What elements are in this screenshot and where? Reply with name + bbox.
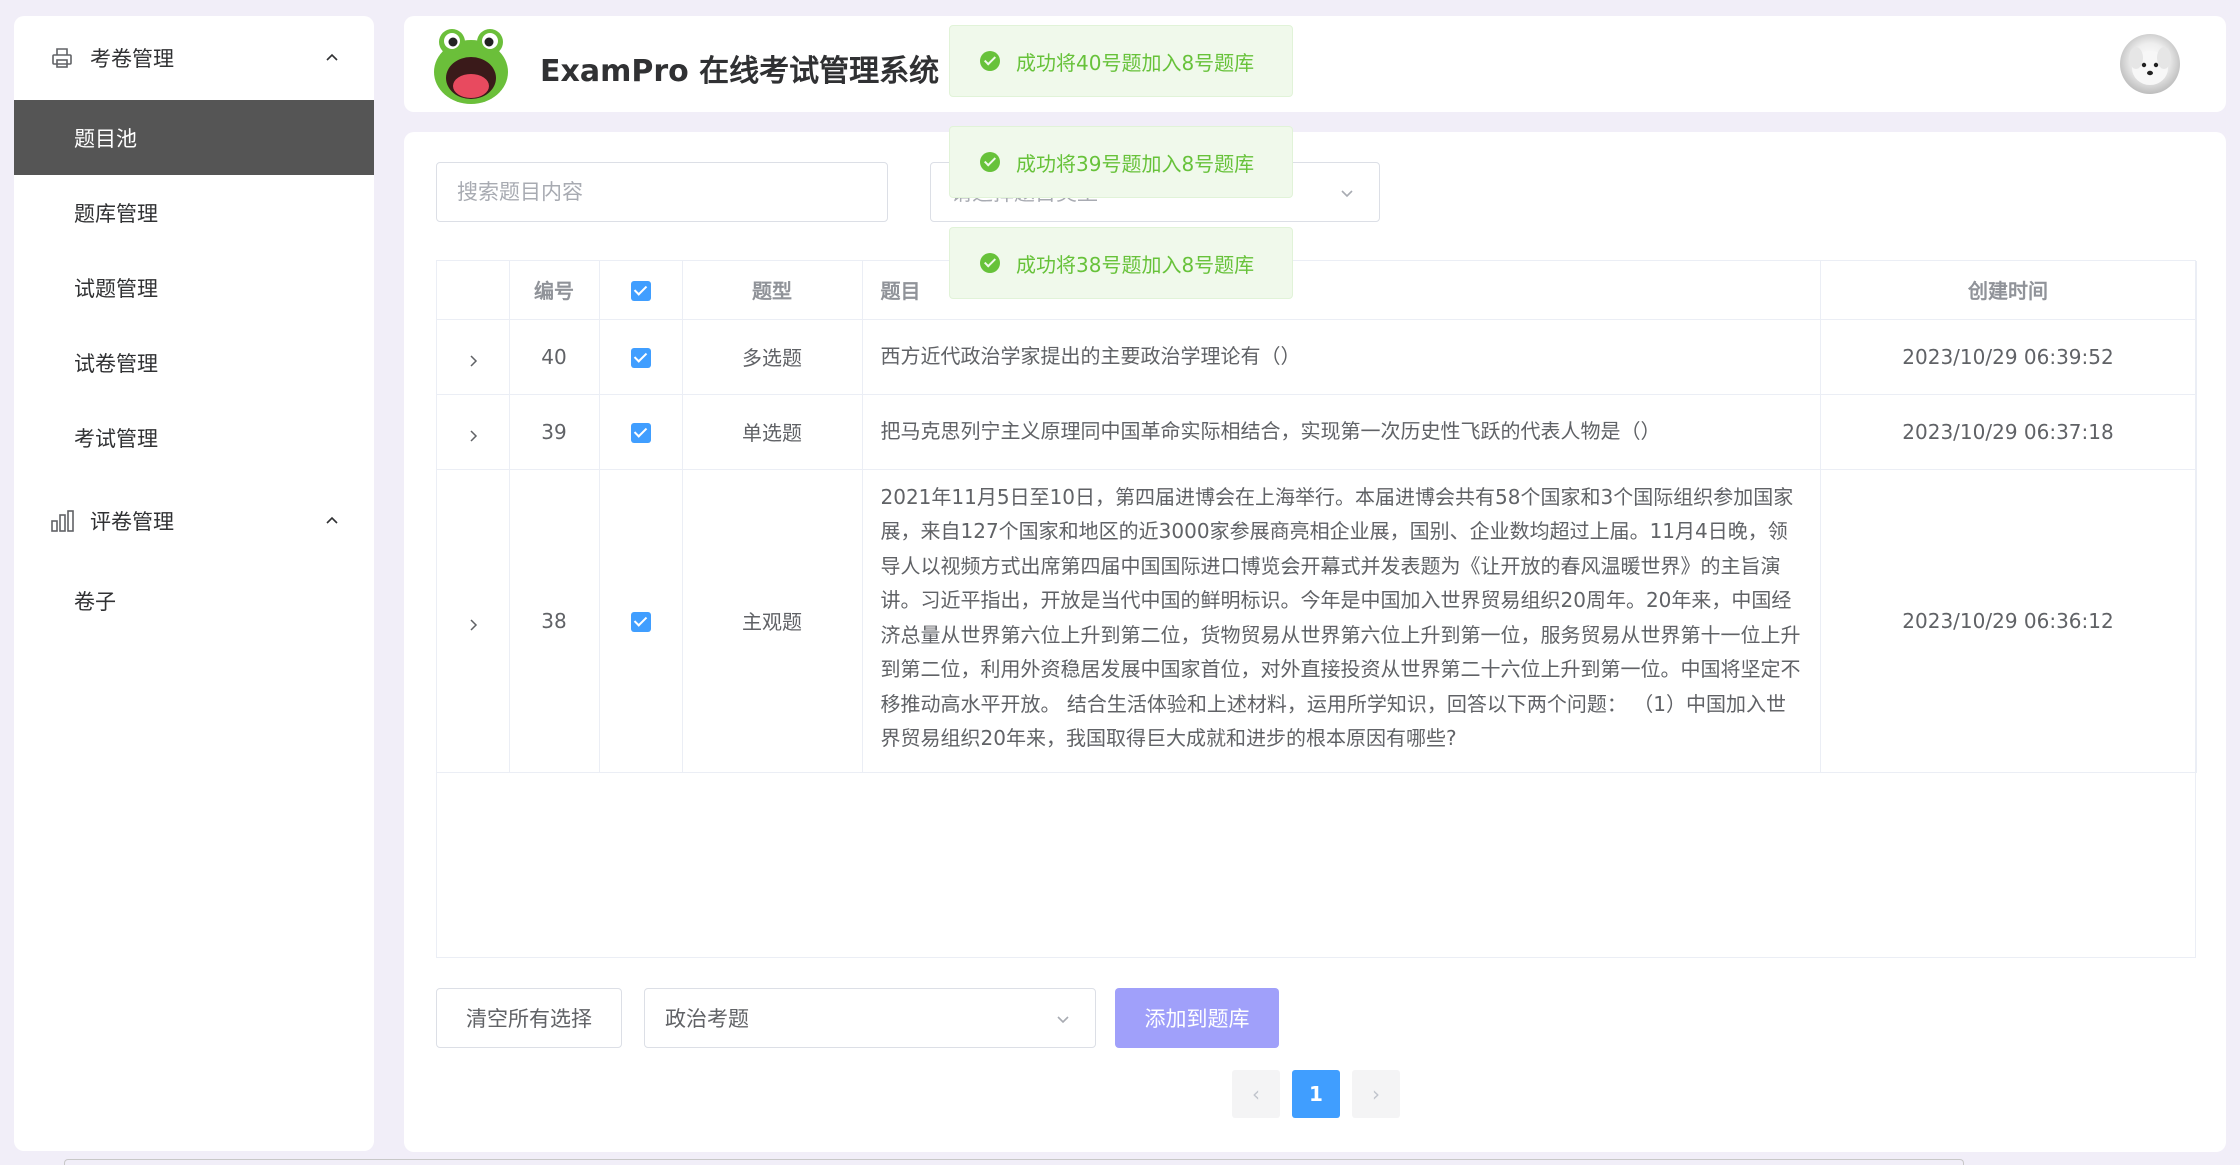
menu-group-label: 考卷管理 [90, 47, 174, 71]
chevron-right-icon[interactable] [465, 614, 481, 631]
sidebar-item-paper-management[interactable]: 试卷管理 [14, 325, 374, 400]
chevron-down-icon [1337, 183, 1357, 203]
row-checkbox[interactable] [630, 423, 651, 443]
success-toast: 成功将40号题加入8号题库 [949, 25, 1293, 97]
pagination: ‹ 1 › [1232, 1070, 1400, 1118]
row-id: 38 [509, 469, 600, 773]
sidebar-item-label: 考试管理 [74, 426, 158, 451]
row-question: 把马克思列宁主义原理同中国革命实际相结合，实现第一次历史性飞跃的代表人物是（） [862, 394, 1821, 470]
bar-chart-icon [50, 508, 76, 534]
main-panel: 请选择题目类型 编号 题型 题目 创建时间 [404, 132, 2226, 1152]
row-type: 单选题 [682, 394, 863, 470]
header: ExamPro 在线考试管理系统 [404, 16, 2226, 112]
sidebar-item-label: 试题管理 [74, 276, 158, 301]
select-all-checkbox[interactable] [630, 281, 651, 302]
id-header: 编号 [509, 261, 600, 320]
chevron-up-icon [322, 48, 342, 68]
question-bank-select[interactable]: 政治考题 [644, 988, 1096, 1048]
sidebar: 考卷管理 题目池 题库管理 试题管理 试卷管理 考试管理 评卷管理 卷子 [14, 16, 374, 1151]
printer-icon [50, 45, 76, 71]
toast-text: 成功将40号题加入8号题库 [1016, 50, 1255, 75]
check-circle-icon [980, 253, 1000, 273]
row-id: 39 [509, 394, 600, 470]
clear-selection-button[interactable]: 清空所有选择 [436, 988, 622, 1048]
select-all-header [599, 261, 683, 320]
table-row: 40 多选题 西方近代政治学家提出的主要政治学理论有（） 2023/10/29 … [437, 319, 2197, 395]
horizontal-scrollbar[interactable] [64, 1159, 1964, 1165]
sidebar-item-label: 题库管理 [74, 201, 158, 226]
menu-group-exam[interactable]: 考卷管理 [14, 16, 374, 100]
page-1-button[interactable]: 1 [1292, 1070, 1340, 1118]
frog-logo [432, 26, 510, 106]
expand-header [437, 261, 510, 320]
add-to-bank-button[interactable]: 添加到题库 [1115, 988, 1279, 1048]
row-checkbox[interactable] [630, 612, 651, 632]
row-checkbox[interactable] [630, 348, 651, 368]
sidebar-item-label: 试卷管理 [74, 351, 158, 376]
success-toast: 成功将39号题加入8号题库 [949, 126, 1293, 198]
chevron-down-icon [1053, 1009, 1073, 1029]
table-row: 38 主观题 2021年11月5日至10日，第四届进博会在上海举行。本届进博会共… [437, 469, 2197, 773]
sidebar-item-question-management[interactable]: 试题管理 [14, 250, 374, 325]
type-header: 题型 [682, 261, 863, 320]
menu-group-grading[interactable]: 评卷管理 [14, 479, 374, 563]
sidebar-item-question-pool[interactable]: 题目池 [14, 100, 374, 175]
row-question: 西方近代政治学家提出的主要政治学理论有（） [862, 319, 1821, 395]
check-circle-icon [980, 51, 1000, 71]
sidebar-item-papers[interactable]: 卷子 [14, 563, 374, 638]
toast-text: 成功将38号题加入8号题库 [1016, 252, 1255, 277]
sidebar-item-exam-management[interactable]: 考试管理 [14, 400, 374, 475]
menu-group-label: 评卷管理 [90, 510, 174, 534]
chevron-right-icon[interactable] [465, 350, 481, 367]
row-created: 2023/10/29 06:37:18 [1820, 394, 2197, 470]
chevron-up-icon [322, 511, 342, 531]
next-page-button[interactable]: › [1352, 1070, 1400, 1118]
success-toast: 成功将38号题加入8号题库 [949, 227, 1293, 299]
sidebar-item-bank-management[interactable]: 题库管理 [14, 175, 374, 250]
row-question: 2021年11月5日至10日，第四届进博会在上海举行。本届进博会共有58个国家和… [862, 469, 1821, 773]
created-header: 创建时间 [1820, 261, 2197, 320]
chevron-right-icon[interactable] [465, 425, 481, 442]
sidebar-item-label: 卷子 [74, 589, 116, 614]
sidebar-item-label: 题目池 [74, 126, 137, 151]
table-row: 39 单选题 把马克思列宁主义原理同中国革命实际相结合，实现第一次历史性飞跃的代… [437, 394, 2197, 470]
toast-text: 成功将39号题加入8号题库 [1016, 151, 1255, 176]
select-value: 政治考题 [665, 1007, 749, 1031]
row-id: 40 [509, 319, 600, 395]
app-title: ExamPro 在线考试管理系统 [540, 54, 940, 89]
row-created: 2023/10/29 06:39:52 [1820, 319, 2197, 395]
row-type: 多选题 [682, 319, 863, 395]
check-circle-icon [980, 152, 1000, 172]
questions-table: 编号 题型 题目 创建时间 40 多选题 西方近代政治学家提出的主要政治学理论有… [436, 260, 2197, 958]
prev-page-button[interactable]: ‹ [1232, 1070, 1280, 1118]
avatar[interactable] [2120, 34, 2180, 94]
row-type: 主观题 [682, 469, 863, 773]
search-input[interactable] [436, 162, 888, 222]
row-created: 2023/10/29 06:36:12 [1820, 469, 2197, 773]
